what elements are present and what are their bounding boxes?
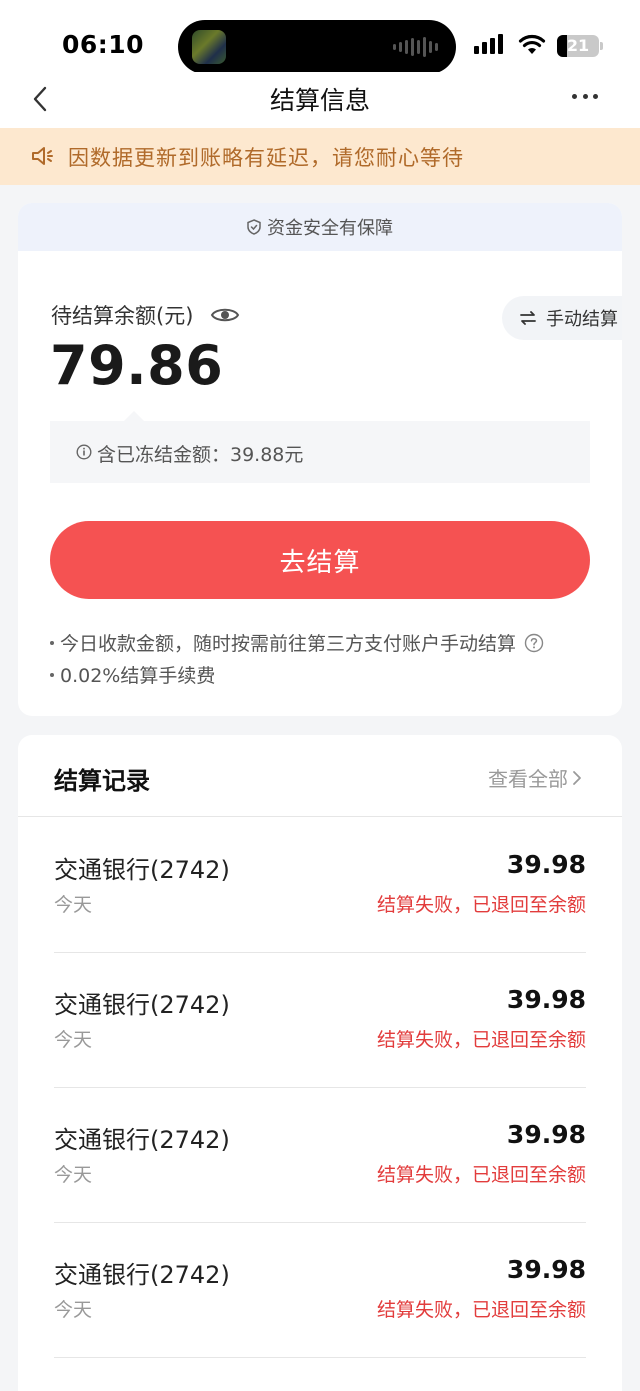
record-status: 结算失败，已退回至余额 — [376, 1299, 586, 1321]
record-row[interactable]: 交通银行(2742) 今天 39.98 结算失败，已退回至余额 — [54, 818, 586, 953]
record-amount: 39.98 — [506, 1255, 586, 1284]
security-strip: 资金安全有保障 — [18, 203, 622, 251]
manual-settle-button[interactable]: 手动结算 — [502, 296, 622, 340]
balance-card: 资金安全有保障 待结算余额(元) 手动结算 79.86 含已冻结金额：39.88… — [18, 203, 622, 716]
eye-icon[interactable] — [210, 303, 240, 327]
page-title: 结算信息 — [269, 86, 370, 115]
view-all-link[interactable]: 查看全部 — [488, 763, 582, 792]
record-bank: 交通银行(2742) — [54, 856, 230, 884]
notice-text: 因数据更新到账略有延迟，请您耐心等待 — [68, 146, 464, 170]
record-date: 今天 — [54, 1164, 93, 1186]
battery-level: 21 — [566, 36, 590, 55]
record-date: 今天 — [54, 1299, 93, 1321]
chevron-right-icon — [573, 770, 581, 785]
record-date: 今天 — [54, 1029, 93, 1051]
manual-settle-label: 手动结算 — [546, 309, 618, 330]
record-bank: 交通银行(2742) — [54, 1261, 230, 1289]
record-status: 结算失败，已退回至余额 — [376, 1164, 586, 1186]
record-bank: 交通银行(2742) — [54, 991, 230, 1019]
record-status: 结算失败，已退回至余额 — [376, 1029, 586, 1051]
bullet-dot — [50, 672, 54, 677]
frozen-amount-text: 含已冻结金额：39.88元 — [97, 444, 304, 466]
record-amount: 39.98 — [506, 985, 586, 1014]
bullet-dot — [50, 640, 54, 645]
speaker-icon — [32, 147, 53, 165]
info-icon — [76, 444, 92, 460]
status-bar: 06:10 21 — [0, 0, 640, 80]
swap-arrows-icon — [520, 311, 536, 325]
help-question-icon[interactable] — [524, 633, 544, 653]
view-all-label: 查看全部 — [488, 767, 568, 791]
tip-text: 0.02%结算手续费 — [60, 665, 216, 687]
record-date: 今天 — [54, 894, 93, 916]
audio-wave-icon — [393, 37, 438, 57]
record-row[interactable]: 交通银行(2742) 今天 39.98 结算失败，已退回至余额 — [54, 1088, 586, 1223]
settle-button[interactable]: 去结算 — [50, 521, 590, 599]
record-amount: 39.98 — [506, 1120, 586, 1149]
record-row[interactable]: 交通银行(2742) 今天 39.98 结算失败，已退回至余额 — [54, 1223, 586, 1358]
cellular-signal-icon — [474, 34, 503, 54]
tip-item: 今日收款金额，随时按需前往第三方支付账户手动结算 — [50, 629, 544, 656]
dynamic-island — [178, 20, 456, 74]
nav-bar: 结算信息 — [0, 72, 640, 128]
record-amount: 39.98 — [506, 850, 586, 879]
record-bank: 交通银行(2742) — [54, 1126, 230, 1154]
frozen-amount-box: 含已冻结金额：39.88元 — [50, 411, 590, 483]
tip-item: 0.02%结算手续费 — [50, 661, 215, 688]
more-icon[interactable] — [572, 90, 598, 102]
battery-icon: 21 — [557, 35, 603, 57]
records-title: 结算记录 — [54, 767, 150, 795]
shield-check-icon — [247, 219, 261, 235]
records-header: 结算记录 查看全部 — [18, 735, 622, 817]
record-status: 结算失败，已退回至余额 — [376, 894, 586, 916]
tip-text: 今日收款金额，随时按需前往第三方支付账户手动结算 — [60, 633, 517, 655]
wifi-icon — [518, 34, 546, 54]
balance-label: 待结算余额(元) — [51, 304, 194, 328]
balance-amount: 79.86 — [50, 334, 224, 397]
security-text: 资金安全有保障 — [267, 218, 393, 239]
record-row[interactable]: 交通银行(2742) 今天 39.98 结算失败，已退回至余额 — [54, 953, 586, 1088]
records-card: 结算记录 查看全部 交通银行(2742) 今天 39.98 结算失败，已退回至余… — [18, 735, 622, 1391]
status-time: 06:10 — [62, 30, 145, 59]
app-thumbnail-icon — [192, 30, 226, 64]
notice-banner: 因数据更新到账略有延迟，请您耐心等待 — [0, 128, 640, 185]
